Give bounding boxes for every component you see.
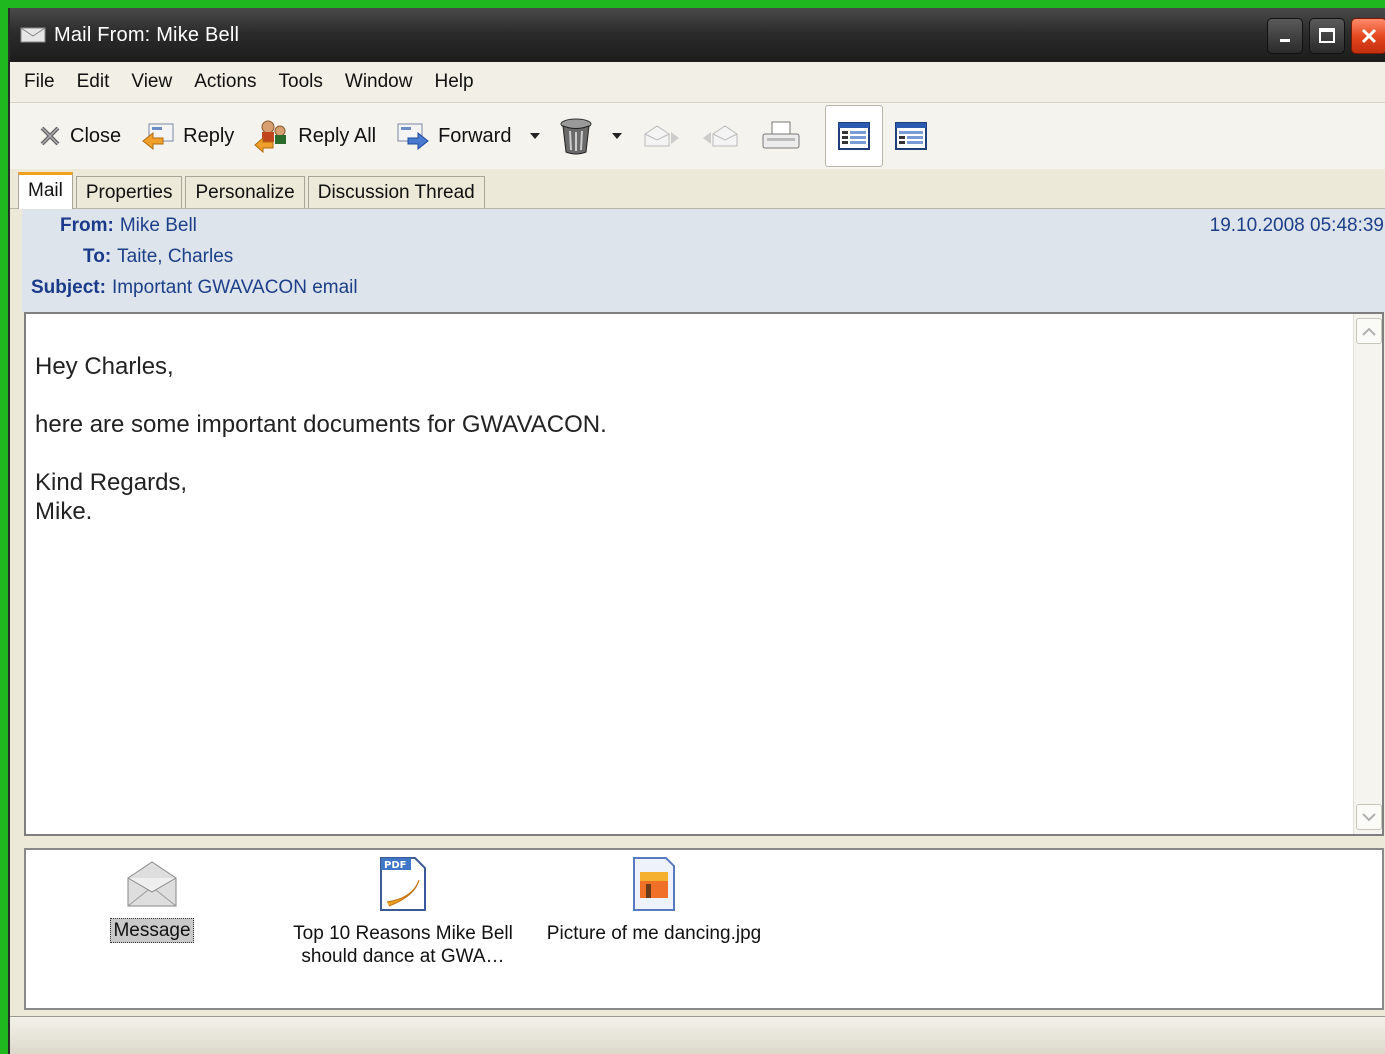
- window-title: Mail From: Mike Bell: [54, 23, 240, 46]
- menu-help[interactable]: Help: [422, 71, 483, 93]
- mail-envelope-icon: [20, 27, 46, 43]
- to-row: To: Taite, Charles: [83, 246, 234, 268]
- attachment-image[interactable]: Picture of me dancing.jpg: [534, 854, 774, 945]
- attachment-pane: Message PDF Top 10 Reasons Mike Bell sho…: [24, 848, 1384, 1010]
- next-envelope-icon: [644, 125, 680, 147]
- reply-all-icon: [254, 120, 287, 153]
- tab-strip: Mail Properties Personalize Discussion T…: [10, 169, 1385, 209]
- menu-tools[interactable]: Tools: [267, 71, 333, 93]
- layout-view-icon: [838, 122, 871, 150]
- toolbar: Close Reply Reply All Forward: [10, 103, 1385, 169]
- chevron-down-icon: [530, 133, 541, 139]
- view-layout-button[interactable]: [883, 112, 939, 160]
- attachment-label: Message: [110, 918, 194, 943]
- tab-personalize[interactable]: Personalize: [185, 176, 305, 208]
- scroll-up-button[interactable]: [1356, 318, 1382, 344]
- pdf-icon: PDF: [380, 857, 426, 911]
- next-message-button[interactable]: [631, 112, 691, 160]
- attachment-label: Top 10 Reasons Mike Bell should dance at…: [293, 923, 513, 967]
- message-body[interactable]: Hey Charles, here are some important doc…: [24, 312, 1384, 836]
- envelope-icon: [127, 861, 177, 907]
- document-view-icon: [895, 122, 928, 150]
- to-value[interactable]: Taite, Charles: [117, 246, 233, 268]
- print-button[interactable]: [751, 112, 811, 160]
- minimize-icon: [1280, 39, 1290, 42]
- forward-icon: [397, 123, 429, 151]
- reply-all-label: Reply All: [298, 124, 377, 147]
- view-layout-button-selected[interactable]: [825, 105, 884, 167]
- attachment-message[interactable]: Message: [110, 858, 194, 943]
- subject-label: Subject: [31, 277, 100, 298]
- previous-message-button[interactable]: [691, 112, 751, 160]
- body-line: here are some important documents for GW…: [35, 411, 607, 438]
- close-icon: [1361, 28, 1377, 44]
- to-label: To: [83, 246, 105, 267]
- minimize-button[interactable]: [1267, 18, 1303, 54]
- subject-value: Important GWAVACON email: [111, 277, 358, 298]
- body-signature: Mike.: [35, 498, 93, 525]
- tab-properties[interactable]: Properties: [75, 176, 183, 208]
- reply-label: Reply: [183, 124, 235, 147]
- delete-button[interactable]: [549, 112, 603, 160]
- body-greeting: Hey Charles,: [35, 353, 174, 380]
- attachment-label: Picture of me dancing.jpg: [546, 923, 762, 944]
- printer-icon: [762, 121, 800, 149]
- chevron-down-icon: [612, 133, 623, 139]
- reply-button[interactable]: Reply: [131, 112, 244, 160]
- close-label: Close: [70, 124, 122, 147]
- maximize-icon: [1319, 28, 1335, 43]
- menu-actions[interactable]: Actions: [182, 71, 266, 93]
- scroll-down-button[interactable]: [1356, 804, 1382, 830]
- from-label: From: [60, 215, 108, 236]
- from-value[interactable]: Mike Bell: [120, 215, 197, 237]
- menu-bar: File Edit View Actions Tools Window Help: [10, 62, 1385, 103]
- mail-window: Mail From: Mike Bell File Edit View Acti…: [8, 8, 1385, 1054]
- tab-discussion-thread[interactable]: Discussion Thread: [307, 176, 485, 208]
- menu-edit[interactable]: Edit: [65, 71, 120, 93]
- delete-dropdown[interactable]: [603, 132, 631, 140]
- trash-can-icon: [560, 118, 592, 155]
- body-closing: Kind Regards,: [35, 469, 188, 496]
- chevron-down-icon: [1362, 812, 1376, 821]
- subject-row: Subject: Important GWAVACON email: [31, 277, 358, 298]
- title-bar[interactable]: Mail From: Mike Bell: [10, 8, 1385, 62]
- message-text: Hey Charles, here are some important doc…: [35, 352, 607, 526]
- forward-label: Forward: [438, 124, 512, 147]
- previous-envelope-icon: [703, 125, 738, 147]
- close-x-icon: [40, 126, 60, 146]
- forward-button[interactable]: Forward: [386, 112, 521, 160]
- menu-file[interactable]: File: [10, 71, 65, 93]
- reply-icon: [142, 123, 174, 151]
- image-file-icon: [633, 857, 675, 911]
- menu-view[interactable]: View: [119, 71, 182, 93]
- status-bar: [10, 1016, 1385, 1054]
- tab-mail[interactable]: Mail: [18, 172, 73, 209]
- chevron-up-icon: [1362, 327, 1376, 336]
- forward-dropdown[interactable]: [521, 132, 549, 140]
- vertical-scrollbar[interactable]: [1353, 314, 1382, 834]
- menu-window[interactable]: Window: [333, 71, 423, 93]
- svg-text:PDF: PDF: [384, 860, 406, 871]
- close-button[interactable]: Close: [28, 112, 131, 160]
- message-header: From: Mike Bell To: Taite, Charles Subje…: [22, 209, 1385, 312]
- attachment-pdf[interactable]: PDF Top 10 Reasons Mike Bell should danc…: [288, 854, 518, 968]
- maximize-button[interactable]: [1309, 18, 1345, 54]
- reply-all-button[interactable]: Reply All: [244, 112, 386, 160]
- message-date: 19.10.2008 05:48:39: [1209, 215, 1384, 236]
- from-row: From: Mike Bell: [60, 215, 197, 237]
- close-window-button[interactable]: [1351, 18, 1385, 54]
